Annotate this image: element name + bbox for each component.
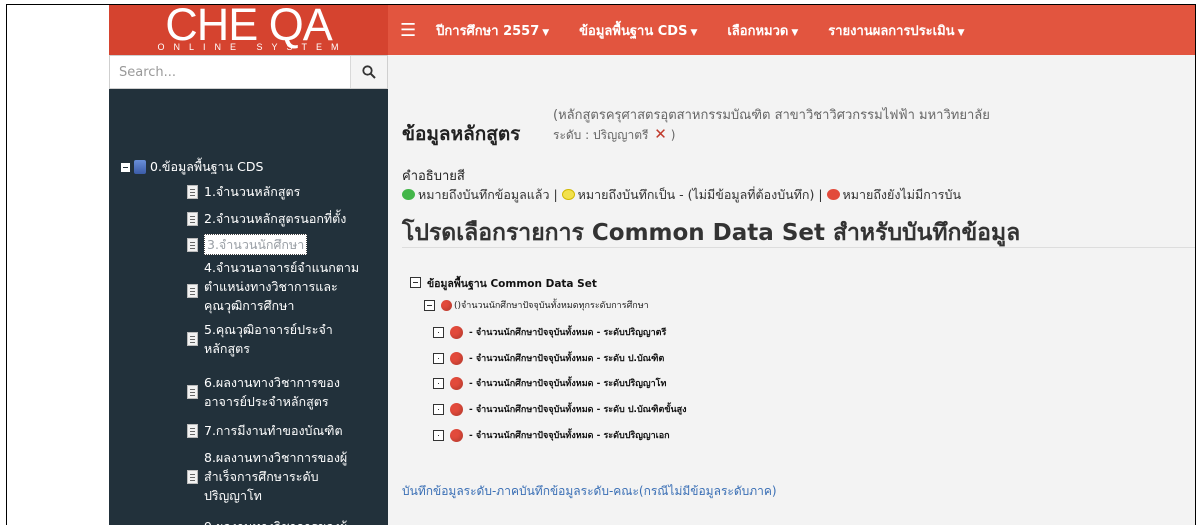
sidebar-item-label: 7.การมีงานทำของบัณฑิต: [204, 423, 343, 438]
red-status-icon: [450, 428, 463, 442]
record-data-link[interactable]: บันทึกข้อมูลระดับ-ภาคบันทึกข้อมูลระดับ-ค…: [402, 482, 777, 501]
document-icon: [187, 332, 198, 346]
expand-toggle-icon[interactable]: [433, 429, 444, 441]
che-qa-logo[interactable]: CHE QA ONLINE SYSTEM: [109, 5, 388, 55]
caret-down-icon: ▼: [791, 27, 799, 38]
document-icon: [187, 211, 198, 226]
expand-toggle-icon[interactable]: [433, 377, 444, 389]
menu-assessment-report-label: รายงานผลการประเมิน: [828, 23, 955, 39]
cds-tree-root[interactable]: ข้อมูลพื้นฐาน Common Data Set: [410, 275, 597, 292]
sidebar-item-8[interactable]: 8.ผลงานทางวิชาการของผู้ สำเร็จการศึกษาระ…: [187, 448, 387, 505]
legend-not-recorded: หมายถึงยังไม่มีการบัน: [842, 187, 962, 202]
collapse-icon[interactable]: [121, 162, 130, 172]
caret-down-icon: ▼: [690, 27, 698, 38]
course-level-close: ): [670, 128, 676, 142]
title-divider: [402, 247, 1195, 248]
sidebar-item-1[interactable]: 1.จำนวนหลักสูตร: [187, 182, 387, 201]
cds-leaf-label: - จำนวนนักศึกษาปัจจุบันทั้งหมด - ระดับ ป…: [469, 405, 687, 415]
legend-title: คำอธิบายสี: [402, 169, 465, 184]
sidebar-tree-root[interactable]: 0.ข้อมูลพื้นฐาน CDS: [121, 157, 263, 177]
yellow-dot-icon: [561, 189, 575, 200]
legend-no-data: หมายถึงบันทึกเป็น - (ไม่มีข้อมูลที่ต้องบ…: [577, 187, 823, 202]
expand-toggle-icon[interactable]: [433, 326, 444, 338]
expand-toggle-icon[interactable]: [433, 403, 444, 415]
course-description: (หลักสูตรครุศาสตรอุตสาหกรรมบัณฑิต สาขาวิ…: [553, 108, 990, 123]
sidebar-item-label: 8.ผลงานทางวิชาการของผู้ สำเร็จการศึกษาระ…: [204, 450, 348, 503]
green-dot-icon: [402, 189, 415, 200]
menu-academic-year[interactable]: ปีการศึกษา 2557 ▼: [436, 20, 549, 41]
cds-leaf-master[interactable]: - จำนวนนักศึกษาปัจจุบันทั้งหมด - ระดับปร…: [433, 376, 666, 390]
document-icon: [187, 469, 198, 484]
search-input[interactable]: [110, 56, 351, 88]
menu-select-category[interactable]: เลือกหมวด ▼: [727, 20, 798, 41]
caret-down-icon: ▼: [542, 27, 550, 38]
sidebar-item-label: 1.จำนวนหลักสูตร: [204, 184, 301, 199]
document-icon: [187, 283, 198, 298]
menu-cds[interactable]: ข้อมูลพื้นฐาน CDS ▼: [579, 20, 697, 41]
cds-leaf-doctoral[interactable]: - จำนวนนักศึกษาปัจจุบันทั้งหมด - ระดับปร…: [433, 428, 670, 442]
sidebar-item-3-selected[interactable]: 3.จำนวนนักศึกษา: [187, 234, 387, 255]
menu-cds-label: ข้อมูลพื้นฐาน CDS: [579, 23, 688, 39]
menu-academic-year-label: ปีการศึกษา 2557: [436, 23, 540, 39]
course-level: ระดับ : ปริญญาตรี ✕ ): [553, 125, 675, 145]
sidebar-item-label: 2.จำนวนหลักสูตรนอกที่ตั้ง: [204, 211, 347, 226]
sidebar-item-2[interactable]: 2.จำนวนหลักสูตรนอกที่ตั้ง: [187, 209, 387, 228]
database-icon: [134, 160, 146, 174]
cds-leaf-grad-diploma[interactable]: - จำนวนนักศึกษาปัจจุบันทั้งหมด - ระดับ ป…: [433, 351, 664, 365]
document-icon: [187, 423, 198, 438]
sidebar-root-label: 0.ข้อมูลพื้นฐาน CDS: [150, 159, 264, 174]
sidebar-item-label: 3.จำนวนนักศึกษา: [204, 234, 308, 255]
search-icon: [362, 65, 376, 79]
close-x-icon[interactable]: ✕: [654, 125, 667, 143]
red-status-icon: [450, 376, 463, 390]
cds-tree-root-label: ข้อมูลพื้นฐาน Common Data Set: [427, 278, 597, 290]
app-window: CHE QA ONLINE SYSTEM ☰ ปีการศึกษา 2557 ▼ …: [6, 4, 1196, 525]
legend-recorded: หมายถึงบันทึกข้อมูลแล้ว |: [418, 187, 558, 202]
sidebar-item-6[interactable]: 6.ผลงานทางวิชาการของ อาจารย์ประจำหลักสูต…: [187, 373, 387, 411]
sidebar-item-4[interactable]: 4.จำนวนอาจารย์จำแนกตาม ตำแหน่งทางวิชาการ…: [187, 258, 387, 315]
sidebar-item-label: 4.จำนวนอาจารย์จำแนกตาม ตำแหน่งทางวิชาการ…: [204, 260, 360, 313]
hamburger-menu-icon[interactable]: ☰: [400, 20, 416, 41]
main-content: ข้อมูลหลักสูตร (หลักสูตรครุศาสตรอุตสาหกร…: [388, 55, 1195, 525]
logo-sub-text: ONLINE SYSTEM: [157, 42, 348, 52]
cds-leaf-label: - จำนวนนักศึกษาปัจจุบันทั้งหมด - ระดับปร…: [469, 431, 670, 441]
red-status-icon: [450, 402, 463, 416]
document-icon: [187, 184, 198, 199]
cds-leaf-label: - จำนวนนักศึกษาปัจจุบันทั้งหมด - ระดับปร…: [469, 379, 667, 389]
cds-leaf-bachelor[interactable]: - จำนวนนักศึกษาปัจจุบันทั้งหมด - ระดับปร…: [433, 325, 666, 339]
red-status-icon: [441, 299, 452, 311]
cds-tree-sub[interactable]: ()จำนวนนักศึกษาปัจจุบันทั้งหมดทุกระดับกา…: [424, 298, 649, 312]
sidebar-item-label: 6.ผลงานทางวิชาการของ อาจารย์ประจำหลักสูต…: [204, 375, 340, 409]
sidebar-item-7[interactable]: 7.การมีงานทำของบัณฑิต: [187, 421, 387, 440]
sidebar-item-5[interactable]: 5.คุณวุฒิอาจารย์ประจำ หลักสูตร: [187, 320, 387, 358]
search-button[interactable]: [350, 56, 387, 88]
cds-leaf-higher-grad-diploma[interactable]: - จำนวนนักศึกษาปัจจุบันทั้งหมด - ระดับ ป…: [433, 402, 687, 416]
top-navbar: ☰ ปีการศึกษา 2557 ▼ ข้อมูลพื้นฐาน CDS ▼ เล…: [388, 5, 1195, 55]
expand-toggle-icon[interactable]: [433, 352, 444, 364]
page-title: โปรดเลือกรายการ Common Data Set สำหรับบั…: [402, 220, 1021, 246]
sidebar: 0.ข้อมูลพื้นฐาน CDS 1.จำนวนหลักสูตร 2.จำ…: [109, 55, 388, 525]
course-info-heading: ข้อมูลหลักสูตร: [402, 123, 521, 145]
document-icon: [187, 237, 198, 252]
collapse-toggle-icon[interactable]: [410, 277, 421, 288]
cds-leaf-label: - จำนวนนักศึกษาปัจจุบันทั้งหมด - ระดับปร…: [469, 328, 667, 338]
menu-assessment-report[interactable]: รายงานผลการประเมิน ▼: [828, 20, 964, 41]
menu-select-category-label: เลือกหมวด: [727, 23, 789, 39]
cds-leaf-label: - จำนวนนักศึกษาปัจจุบันทั้งหมด - ระดับ ป…: [469, 354, 665, 364]
course-level-text: ระดับ : ปริญญาตรี: [553, 128, 649, 142]
sidebar-item-label: 5.คุณวุฒิอาจารย์ประจำ หลักสูตร: [204, 322, 333, 356]
search-box: [109, 55, 388, 89]
red-status-icon: [450, 351, 463, 365]
caret-down-icon: ▼: [957, 27, 965, 38]
document-icon: [187, 385, 198, 399]
color-legend: หมายถึงบันทึกข้อมูลแล้ว | หมายถึงบันทึกเ…: [402, 185, 961, 205]
logo-main-text: CHE QA: [165, 5, 333, 50]
collapse-toggle-icon[interactable]: [424, 299, 435, 311]
red-status-icon: [450, 325, 463, 339]
cds-tree-sub-label: ()จำนวนนักศึกษาปัจจุบันทั้งหมดทุกระดับกา…: [454, 301, 649, 311]
red-dot-icon: [826, 189, 840, 200]
